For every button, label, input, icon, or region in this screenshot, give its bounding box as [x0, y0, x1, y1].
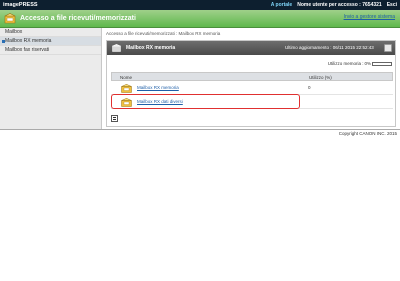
breadcrumb: Accesso a file ricevuti/memorizzati : Ma…: [106, 31, 221, 36]
sidebar-item-mailbox-fax-riservati[interactable]: Mailbox fax riservati: [0, 46, 101, 55]
table-header: Nome Utilizzo (%): [111, 72, 393, 81]
mailbox-icon: [121, 84, 132, 93]
page-title: Accesso a file ricevuti/memorizzati: [20, 15, 136, 22]
mailbox-gray-icon: [112, 44, 121, 52]
user-label: Nome utente per accesso : 7654321: [297, 2, 382, 8]
table-row: Mailbox RX memoria 0: [111, 81, 393, 95]
usage-label: Utilizzo memoria :: [327, 61, 364, 66]
title-bar: Accesso a file ricevuti/memorizzati Invi…: [0, 10, 400, 28]
sidebar-item-label: Mailbox RX memoria: [5, 38, 52, 44]
active-marker-icon: [2, 40, 5, 43]
mailbox-icon: [4, 13, 16, 24]
system-manager-link[interactable]: Invio a gestore sistema: [344, 14, 395, 20]
column-header-name: Nome: [120, 75, 133, 80]
last-update-text: Ultimo aggiornamento : 06/11 2015 22:52:…: [285, 45, 374, 50]
memory-usage: Utilizzo memoria : 0%: [328, 61, 392, 66]
panel-title: Mailbox RX memoria: [126, 45, 176, 51]
lines-icon: [113, 119, 116, 120]
mailbox-panel: Mailbox RX memoria Ultimo aggiornamento …: [106, 40, 396, 127]
refresh-icon[interactable]: [384, 44, 392, 52]
top-right-links: A portale Nome utente per accesso : 7654…: [271, 2, 397, 8]
usage-bar: [372, 61, 392, 66]
portal-link[interactable]: A portale: [271, 2, 292, 8]
sidebar-item-label: Mailbox fax riservati: [5, 47, 50, 53]
usage-cell: 0: [308, 85, 311, 90]
main-content: Accesso a file ricevuti/memorizzati : Ma…: [102, 28, 400, 129]
exit-link[interactable]: Esci: [387, 2, 397, 8]
copyright-text: Copyright CANON INC. 2015: [338, 131, 397, 136]
column-header-usage: Utilizzo (%): [309, 75, 332, 80]
mailbox-link[interactable]: Mailbox RX memoria: [137, 85, 179, 90]
page-top-button[interactable]: [111, 115, 118, 122]
brand-logo: imagePRESS: [3, 2, 38, 8]
sidebar-item-label: Mailbox: [5, 29, 23, 35]
lines-icon: [113, 117, 116, 118]
sidebar-item-mailbox-rx-memoria[interactable]: Mailbox RX memoria: [0, 37, 101, 46]
highlight-box: [111, 94, 300, 109]
footer-divider: [0, 129, 400, 130]
usage-value: 0%: [364, 61, 371, 66]
sidebar: Mailbox Mailbox RX memoria Mailbox fax r…: [0, 28, 102, 129]
sidebar-item-mailbox[interactable]: Mailbox: [0, 28, 101, 37]
panel-header: Mailbox RX memoria Ultimo aggiornamento …: [107, 41, 395, 55]
top-bar: imagePRESS A portale Nome utente per acc…: [0, 0, 400, 10]
